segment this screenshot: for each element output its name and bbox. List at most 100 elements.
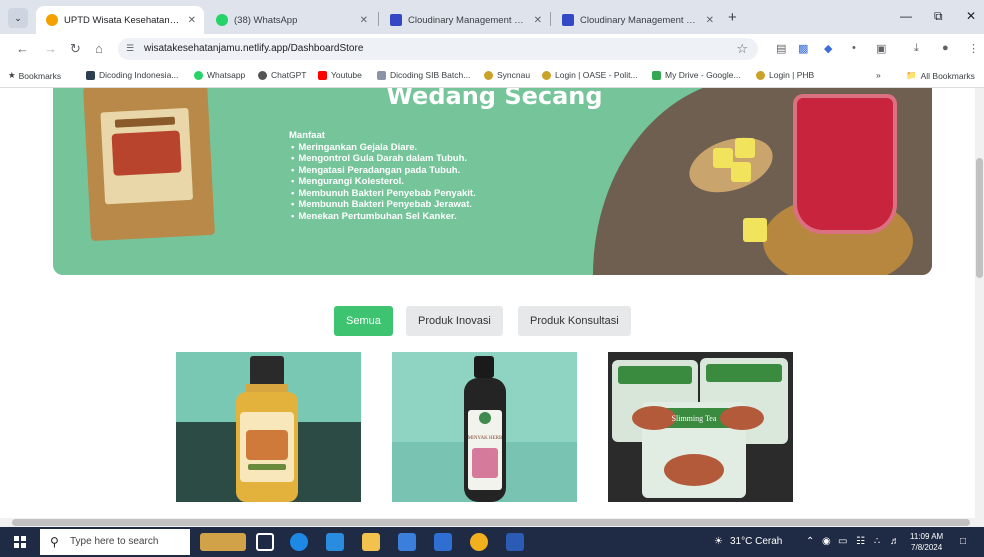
site-info-icon[interactable]: ☰ [126, 43, 134, 54]
tab-cloudinary-1[interactable]: Cloudinary Management Cons ✕ [380, 6, 550, 34]
product-image-dark-bottle: MINYAK HERB [392, 352, 577, 502]
close-window-icon[interactable]: ✕ [966, 9, 976, 23]
taskbar-search-box[interactable]: ⚲ Type here to search [40, 529, 190, 555]
filter-innovation-button[interactable]: Produk Inovasi [406, 306, 503, 336]
network-icon[interactable]: ☷ [856, 536, 865, 547]
benefit-item: Menekan Pertumbuhan Sel Kanker. [289, 211, 476, 223]
calendar-app-icon[interactable] [398, 533, 416, 551]
vscode-icon[interactable] [326, 533, 344, 551]
chatgpt-icon [258, 70, 267, 80]
chevron-up-icon[interactable]: ⌃ [806, 536, 814, 547]
product-card[interactable]: Slimming Tea [608, 352, 793, 502]
bookmark-dicoding[interactable]: Dicoding Indonesia... [86, 70, 178, 80]
translate-icon[interactable]: ▤ [776, 42, 786, 55]
cloudinary-icon [390, 14, 402, 26]
whatsapp-icon [194, 70, 203, 80]
tab-whatsapp[interactable]: (38) WhatsApp ✕ [206, 6, 376, 34]
bookmark-dicoding-sib[interactable]: Dicoding SIB Batch... [377, 70, 470, 80]
minimize-icon[interactable]: — [900, 9, 912, 23]
home-icon[interactable]: ⌂ [95, 41, 103, 56]
bookmarks-bar: ★ Bookmarks Dicoding Indonesia... Whatsa… [0, 64, 984, 88]
bookmark-star-icon[interactable]: ☆ [736, 41, 748, 57]
search-icon: ⚲ [50, 535, 59, 549]
bookmarks-star[interactable]: ★ Bookmarks [8, 70, 61, 81]
benefit-list: Manfaat Meringankan Gejala Diare. Mengon… [289, 130, 476, 222]
tab-strip: ⌄ UPTD Wisata Kesehatan Jamu ✕ (38) What… [0, 0, 984, 34]
red-drink-glass [793, 94, 897, 234]
tab-cloudinary-2[interactable]: Cloudinary Management Cons ✕ [552, 6, 722, 34]
bookmark-label: Dicoding SIB Batch... [390, 70, 471, 80]
reload-icon[interactable]: ↻ [70, 41, 81, 57]
forward-arrow-icon[interactable]: → [44, 41, 57, 56]
edge-icon[interactable] [290, 533, 308, 551]
word-icon[interactable] [506, 533, 524, 551]
profile-icon[interactable]: ● [942, 42, 949, 54]
weather-text[interactable]: 31°C Cerah [730, 536, 782, 547]
scrollbar-thumb[interactable] [976, 158, 983, 278]
new-tab-button[interactable]: + [728, 9, 737, 26]
bookmark-label: ChatGPT [271, 70, 307, 80]
dicoding-icon [86, 70, 95, 80]
bookmark-oase[interactable]: Login | OASE - Polit... [542, 70, 638, 80]
scrollbar-thumb[interactable] [12, 519, 970, 526]
chrome-icon[interactable] [470, 533, 488, 551]
bookmarks-label: Bookmarks [18, 70, 62, 81]
extension-icon[interactable]: ▩ [798, 42, 808, 55]
volume-icon[interactable]: ♬ [890, 536, 900, 547]
extension-badge-icon[interactable]: ◆ [824, 42, 832, 55]
battery-icon[interactable]: ▭ [838, 536, 847, 547]
news-widget-icon[interactable] [200, 533, 246, 551]
product-card[interactable]: MINYAK HERB [392, 352, 577, 502]
product-card[interactable] [176, 352, 361, 502]
bookmarks-overflow-button[interactable]: » [876, 70, 881, 80]
close-icon[interactable]: ✕ [188, 15, 196, 26]
tab-search-button[interactable]: ⌄ [8, 8, 28, 28]
bookmark-label: Login | PHB [769, 70, 815, 80]
download-icon[interactable]: ⤓ [914, 42, 919, 55]
all-bookmarks-button[interactable]: 📁 All Bookmarks [906, 70, 975, 81]
wedang-secang-photo [593, 88, 932, 275]
tab-wisata-jamu[interactable]: UPTD Wisata Kesehatan Jamu ✕ [36, 6, 204, 34]
taskbar-clock[interactable]: 11:09 AM 7/8/2024 [910, 531, 943, 553]
bookmark-whatsapp[interactable]: Whatsapp [194, 70, 245, 80]
close-icon[interactable]: ✕ [706, 15, 714, 26]
bookmark-label: Login | OASE - Polit... [555, 70, 638, 80]
notification-icon[interactable]: □ [960, 536, 966, 547]
fruit-cube [743, 218, 767, 242]
dicoding-sib-icon [377, 70, 386, 80]
wifi-icon[interactable]: ∴ [874, 536, 880, 547]
back-arrow-icon[interactable]: ← [16, 41, 29, 56]
url-text[interactable]: wisatakesehatanjamu.netlify.app/Dashboar… [144, 43, 363, 54]
mail-icon[interactable] [434, 533, 452, 551]
page-viewport: Wedang Secang Manfaat Meringankan Gejala… [0, 88, 975, 518]
file-explorer-icon[interactable] [362, 533, 380, 551]
bookmark-google-drive[interactable]: My Drive - Google... [652, 70, 741, 80]
address-bar[interactable]: ☰ wisatakesehatanjamu.netlify.app/Dashbo… [118, 38, 758, 60]
package-picture [111, 130, 182, 176]
extensions-puzzle-icon[interactable]: ▣ [876, 42, 886, 55]
menu-kebab-icon[interactable]: ⋮ [968, 42, 979, 55]
restore-icon[interactable]: ⧉ [934, 9, 943, 24]
bookmark-youtube[interactable]: Youtube [318, 70, 362, 80]
filter-all-button[interactable]: Semua [334, 306, 393, 336]
windows-start-icon[interactable] [14, 536, 26, 548]
windows-taskbar: ⚲ Type here to search ☀ 31°C Cerah ⌃ ◉ ▭… [0, 527, 984, 557]
record-icon[interactable]: ◉ [822, 536, 831, 547]
close-icon[interactable]: ✕ [534, 15, 542, 26]
bookmark-syncnau[interactable]: Syncnau [484, 70, 530, 80]
vertical-scrollbar[interactable] [975, 88, 984, 518]
clock-time: 11:09 AM [910, 532, 944, 541]
weather-icon[interactable]: ☀ [714, 536, 723, 547]
benefit-item: Membunuh Bakteri Penyebab Jerawat. [289, 199, 476, 211]
bookmark-chatgpt[interactable]: ChatGPT [258, 70, 306, 80]
extension-dot-icon[interactable]: • [852, 42, 856, 54]
fruit-cube [731, 162, 751, 182]
filter-consultation-button[interactable]: Produk Konsultasi [518, 306, 631, 336]
close-icon[interactable]: ✕ [360, 15, 368, 26]
task-view-icon[interactable] [256, 533, 274, 551]
bookmark-label: Whatsapp [207, 70, 246, 80]
hero-banner: Wedang Secang Manfaat Meringankan Gejala… [53, 88, 932, 275]
bookmark-phb[interactable]: Login | PHB [756, 70, 814, 80]
package-brand [114, 116, 176, 128]
horizontal-scrollbar[interactable] [0, 518, 984, 527]
